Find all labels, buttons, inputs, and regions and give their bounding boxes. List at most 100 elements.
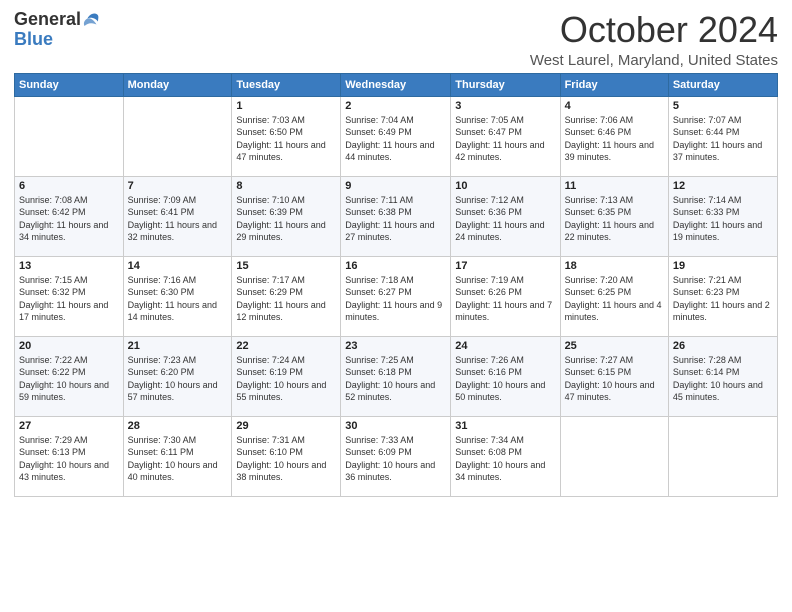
day-number: 15 (236, 260, 336, 272)
title-block: October 2024 West Laurel, Maryland, Unit… (530, 10, 778, 69)
day-info: Sunrise: 7:07 AMSunset: 6:44 PMDaylight:… (673, 114, 773, 164)
day-number: 9 (345, 180, 446, 192)
calendar-cell: 13Sunrise: 7:15 AMSunset: 6:32 PMDayligh… (15, 256, 124, 336)
day-number: 12 (673, 180, 773, 192)
day-info: Sunrise: 7:31 AMSunset: 6:10 PMDaylight:… (236, 434, 336, 484)
day-number: 16 (345, 260, 446, 272)
calendar-cell: 11 Sunrise: 7:13 AMSunset: 6:35 PMDayligh… (560, 176, 668, 256)
calendar-cell: 19 Sunrise: 7:21 AMSunset: 6:23 PMDayligh… (668, 256, 777, 336)
calendar-cell (560, 416, 668, 496)
calendar-cell: 6Sunrise: 7:08 AMSunset: 6:42 PMDaylight… (15, 176, 124, 256)
calendar-week-row: 1 Sunrise: 7:03 AMSunset: 6:50 PMDaylight… (15, 96, 778, 176)
location-title: West Laurel, Maryland, United States (530, 52, 778, 69)
calendar-cell: 9Sunrise: 7:11 AMSunset: 6:38 PMDaylight… (341, 176, 451, 256)
calendar-cell: 8Sunrise: 7:10 AMSunset: 6:39 PMDaylight… (232, 176, 341, 256)
day-number: 1 (236, 100, 336, 112)
calendar-cell: 2 Sunrise: 7:04 AMSunset: 6:49 PMDaylight… (341, 96, 451, 176)
calendar-cell: 24 Sunrise: 7:26 AMSunset: 6:16 PMDayligh… (451, 336, 560, 416)
calendar-cell: 20 Sunrise: 7:22 AMSunset: 6:22 PMDayligh… (15, 336, 124, 416)
weekday-header-friday: Friday (560, 73, 668, 96)
day-number: 11 (565, 180, 664, 192)
day-number: 29 (236, 420, 336, 432)
day-number: 23 (345, 340, 446, 352)
day-number: 7 (128, 180, 228, 192)
calendar-cell: 29 Sunrise: 7:31 AMSunset: 6:10 PMDayligh… (232, 416, 341, 496)
calendar-cell: 23 Sunrise: 7:25 AMSunset: 6:18 PMDayligh… (341, 336, 451, 416)
day-number: 31 (455, 420, 555, 432)
calendar-week-row: 27Sunrise: 7:29 AMSunset: 6:13 PMDayligh… (15, 416, 778, 496)
day-info: Sunrise: 7:28 AMSunset: 6:14 PMDaylight:… (673, 354, 773, 404)
month-title: October 2024 (530, 10, 778, 50)
calendar-cell: 25 Sunrise: 7:27 AMSunset: 6:15 PMDayligh… (560, 336, 668, 416)
calendar-week-row: 6Sunrise: 7:08 AMSunset: 6:42 PMDaylight… (15, 176, 778, 256)
day-number: 2 (345, 100, 446, 112)
weekday-header-row: SundayMondayTuesdayWednesdayThursdayFrid… (15, 73, 778, 96)
day-number: 20 (19, 340, 119, 352)
day-info: Sunrise: 7:18 AMSunset: 6:27 PMDaylight:… (345, 274, 446, 324)
day-info: Sunrise: 7:34 AMSunset: 6:08 PMDaylight:… (455, 434, 555, 484)
header: General Blue October 2024 West Laurel, M… (14, 10, 778, 69)
calendar-cell: 7 Sunrise: 7:09 AMSunset: 6:41 PMDaylight… (123, 176, 232, 256)
calendar-cell: 10 Sunrise: 7:12 AMSunset: 6:36 PMDayligh… (451, 176, 560, 256)
day-info: Sunrise: 7:33 AMSunset: 6:09 PMDaylight:… (345, 434, 446, 484)
day-number: 17 (455, 260, 555, 272)
day-number: 24 (455, 340, 555, 352)
weekday-header-tuesday: Tuesday (232, 73, 341, 96)
calendar-cell: 27Sunrise: 7:29 AMSunset: 6:13 PMDayligh… (15, 416, 124, 496)
calendar-table: SundayMondayTuesdayWednesdayThursdayFrid… (14, 73, 778, 497)
day-info: Sunrise: 7:12 AMSunset: 6:36 PMDaylight:… (455, 194, 555, 244)
day-info: Sunrise: 7:27 AMSunset: 6:15 PMDaylight:… (565, 354, 664, 404)
calendar-week-row: 20 Sunrise: 7:22 AMSunset: 6:22 PMDayligh… (15, 336, 778, 416)
day-info: Sunrise: 7:04 AMSunset: 6:49 PMDaylight:… (345, 114, 446, 164)
page-container: General Blue October 2024 West Laurel, M… (0, 0, 792, 505)
calendar-cell: 17 Sunrise: 7:19 AMSunset: 6:26 PMDayligh… (451, 256, 560, 336)
day-info: Sunrise: 7:19 AMSunset: 6:26 PMDaylight:… (455, 274, 555, 324)
calendar-cell: 16 Sunrise: 7:18 AMSunset: 6:27 PMDayligh… (341, 256, 451, 336)
day-number: 10 (455, 180, 555, 192)
day-info: Sunrise: 7:26 AMSunset: 6:16 PMDaylight:… (455, 354, 555, 404)
day-number: 28 (128, 420, 228, 432)
day-number: 18 (565, 260, 664, 272)
logo-blue: Blue (14, 30, 53, 50)
calendar-cell: 5 Sunrise: 7:07 AMSunset: 6:44 PMDaylight… (668, 96, 777, 176)
day-number: 19 (673, 260, 773, 272)
calendar-cell: 21Sunrise: 7:23 AMSunset: 6:20 PMDayligh… (123, 336, 232, 416)
day-info: Sunrise: 7:23 AMSunset: 6:20 PMDaylight:… (128, 354, 228, 404)
calendar-cell: 1 Sunrise: 7:03 AMSunset: 6:50 PMDaylight… (232, 96, 341, 176)
day-info: Sunrise: 7:06 AMSunset: 6:46 PMDaylight:… (565, 114, 664, 164)
day-info: Sunrise: 7:25 AMSunset: 6:18 PMDaylight:… (345, 354, 446, 404)
weekday-header-sunday: Sunday (15, 73, 124, 96)
calendar-cell: 26Sunrise: 7:28 AMSunset: 6:14 PMDayligh… (668, 336, 777, 416)
day-number: 3 (455, 100, 555, 112)
day-number: 25 (565, 340, 664, 352)
calendar-cell: 3Sunrise: 7:05 AMSunset: 6:47 PMDaylight… (451, 96, 560, 176)
calendar-cell: 30 Sunrise: 7:33 AMSunset: 6:09 PMDayligh… (341, 416, 451, 496)
day-number: 14 (128, 260, 228, 272)
day-number: 27 (19, 420, 119, 432)
day-info: Sunrise: 7:09 AMSunset: 6:41 PMDaylight:… (128, 194, 228, 244)
logo: General Blue (14, 10, 101, 50)
day-number: 22 (236, 340, 336, 352)
day-number: 5 (673, 100, 773, 112)
day-info: Sunrise: 7:03 AMSunset: 6:50 PMDaylight:… (236, 114, 336, 164)
calendar-cell: 22Sunrise: 7:24 AMSunset: 6:19 PMDayligh… (232, 336, 341, 416)
calendar-cell: 4 Sunrise: 7:06 AMSunset: 6:46 PMDaylight… (560, 96, 668, 176)
calendar-cell: 14Sunrise: 7:16 AMSunset: 6:30 PMDayligh… (123, 256, 232, 336)
calendar-cell: 31 Sunrise: 7:34 AMSunset: 6:08 PMDayligh… (451, 416, 560, 496)
day-info: Sunrise: 7:20 AMSunset: 6:25 PMDaylight:… (565, 274, 664, 324)
calendar-cell: 12Sunrise: 7:14 AMSunset: 6:33 PMDayligh… (668, 176, 777, 256)
calendar-cell: 15Sunrise: 7:17 AMSunset: 6:29 PMDayligh… (232, 256, 341, 336)
calendar-cell: 28Sunrise: 7:30 AMSunset: 6:11 PMDayligh… (123, 416, 232, 496)
day-info: Sunrise: 7:15 AMSunset: 6:32 PMDaylight:… (19, 274, 119, 324)
day-info: Sunrise: 7:22 AMSunset: 6:22 PMDaylight:… (19, 354, 119, 404)
day-info: Sunrise: 7:21 AMSunset: 6:23 PMDaylight:… (673, 274, 773, 324)
day-info: Sunrise: 7:10 AMSunset: 6:39 PMDaylight:… (236, 194, 336, 244)
weekday-header-wednesday: Wednesday (341, 73, 451, 96)
day-number: 30 (345, 420, 446, 432)
logo-bird-icon (83, 11, 101, 29)
calendar-cell (15, 96, 124, 176)
weekday-header-monday: Monday (123, 73, 232, 96)
day-info: Sunrise: 7:13 AMSunset: 6:35 PMDaylight:… (565, 194, 664, 244)
day-number: 4 (565, 100, 664, 112)
day-info: Sunrise: 7:08 AMSunset: 6:42 PMDaylight:… (19, 194, 119, 244)
